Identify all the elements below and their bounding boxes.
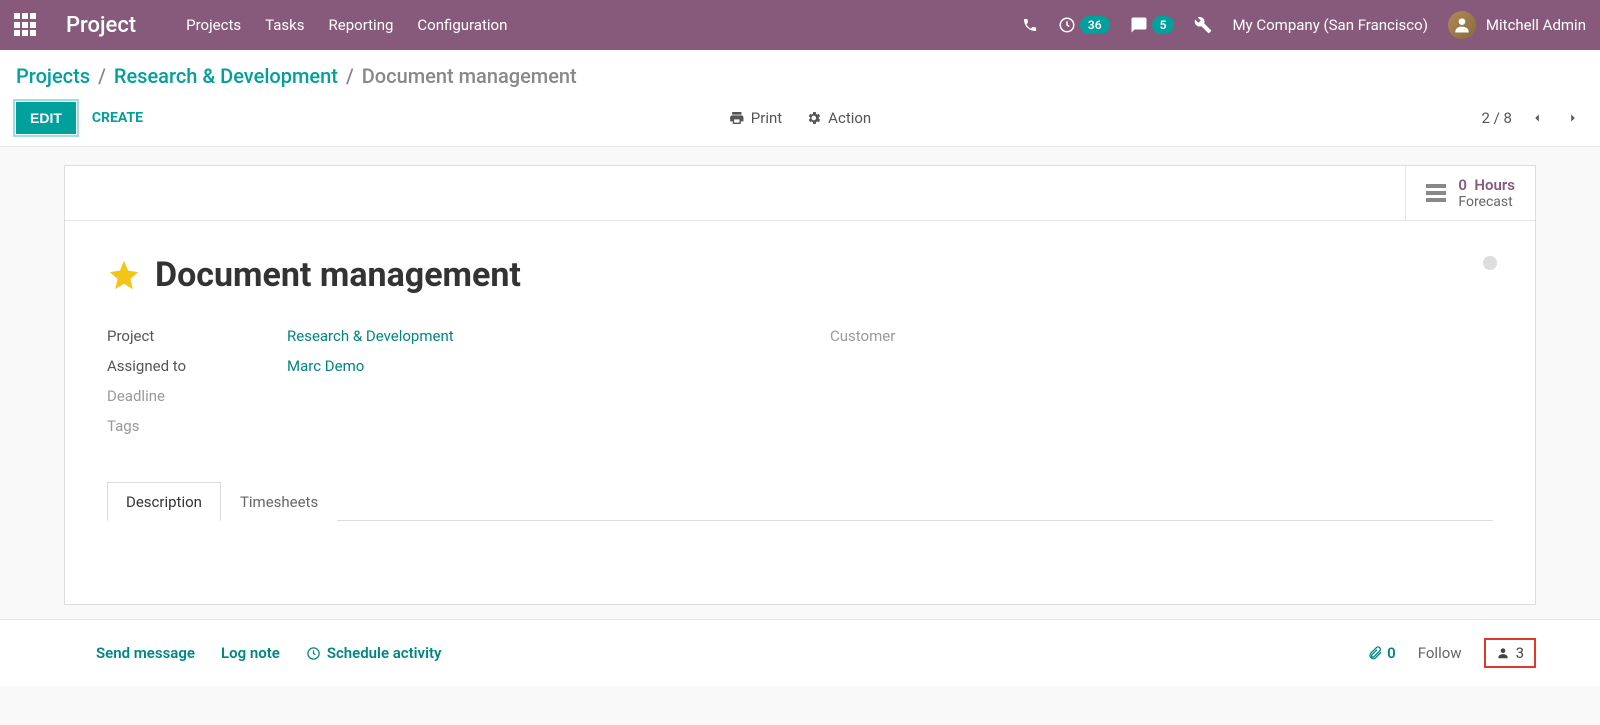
- project-value[interactable]: Research & Development: [287, 327, 454, 345]
- user-icon: [1496, 646, 1510, 660]
- nav-projects[interactable]: Projects: [186, 16, 241, 34]
- tab-description[interactable]: Description: [107, 482, 221, 521]
- create-button[interactable]: CREATE: [92, 110, 143, 126]
- print-button[interactable]: Print: [729, 109, 782, 127]
- schedule-activity-button[interactable]: Schedule activity: [306, 644, 442, 662]
- forecast-stat-button[interactable]: 0 Hours Forecast: [1405, 166, 1535, 220]
- action-button[interactable]: Action: [806, 109, 871, 127]
- assigned-label: Assigned to: [107, 357, 287, 375]
- follow-button[interactable]: Follow: [1418, 644, 1462, 662]
- user-menu[interactable]: Mitchell Admin: [1448, 11, 1586, 39]
- nav-configuration[interactable]: Configuration: [417, 16, 507, 34]
- messages-badge: 5: [1152, 16, 1175, 34]
- clock-icon: [306, 646, 321, 661]
- avatar: [1448, 11, 1476, 39]
- record-title: Document management: [155, 255, 521, 295]
- phone-icon[interactable]: [1022, 17, 1038, 33]
- activities-icon[interactable]: 36: [1058, 16, 1110, 34]
- control-bar: Projects / Research & Development / Docu…: [0, 50, 1600, 147]
- topbar: Project Projects Tasks Reporting Configu…: [0, 0, 1600, 50]
- nav-items: Projects Tasks Reporting Configuration: [186, 16, 507, 34]
- priority-star-icon[interactable]: [107, 258, 141, 292]
- tab-timesheets[interactable]: Timesheets: [221, 482, 337, 521]
- app-brand[interactable]: Project: [66, 13, 136, 38]
- attachments-button[interactable]: 0: [1367, 644, 1396, 662]
- tabs: Description Timesheets: [107, 481, 1493, 521]
- pager-prev[interactable]: [1526, 107, 1548, 129]
- nav-reporting[interactable]: Reporting: [329, 16, 394, 34]
- messages-icon[interactable]: 5: [1130, 16, 1175, 34]
- breadcrumb: Projects / Research & Development / Docu…: [16, 64, 1584, 88]
- customer-label: Customer: [830, 327, 1010, 345]
- deadline-label: Deadline: [107, 387, 287, 405]
- project-label: Project: [107, 327, 287, 345]
- kanban-state-dot[interactable]: [1483, 256, 1497, 270]
- assigned-value[interactable]: Marc Demo: [287, 357, 364, 375]
- chatter: Send message Log note Schedule activity …: [0, 619, 1600, 686]
- breadcrumb-project[interactable]: Research & Development: [114, 64, 338, 88]
- chevron-right-icon: [1566, 111, 1580, 125]
- pager-next[interactable]: [1562, 107, 1584, 129]
- print-icon: [729, 110, 745, 126]
- apps-menu-icon[interactable]: [14, 13, 38, 37]
- debug-icon[interactable]: [1194, 16, 1212, 34]
- nav-tasks[interactable]: Tasks: [265, 16, 304, 34]
- log-note-button[interactable]: Log note: [221, 644, 280, 662]
- tags-label: Tags: [107, 417, 287, 435]
- tasks-icon: [1426, 184, 1446, 202]
- followers-button[interactable]: 3: [1484, 638, 1536, 668]
- send-message-button[interactable]: Send message: [96, 644, 195, 662]
- breadcrumb-current: Document management: [362, 64, 577, 88]
- chevron-left-icon: [1530, 111, 1544, 125]
- edit-button[interactable]: EDIT: [16, 102, 76, 134]
- pager-text: 2 / 8: [1482, 109, 1513, 127]
- user-name: Mitchell Admin: [1486, 16, 1586, 34]
- gear-icon: [806, 110, 822, 126]
- activities-badge: 36: [1080, 16, 1110, 34]
- breadcrumb-root[interactable]: Projects: [16, 64, 90, 88]
- company-switcher[interactable]: My Company (San Francisco): [1232, 16, 1427, 34]
- form-sheet: 0 Hours Forecast Document management Pro…: [64, 165, 1536, 605]
- paperclip-icon: [1367, 645, 1383, 661]
